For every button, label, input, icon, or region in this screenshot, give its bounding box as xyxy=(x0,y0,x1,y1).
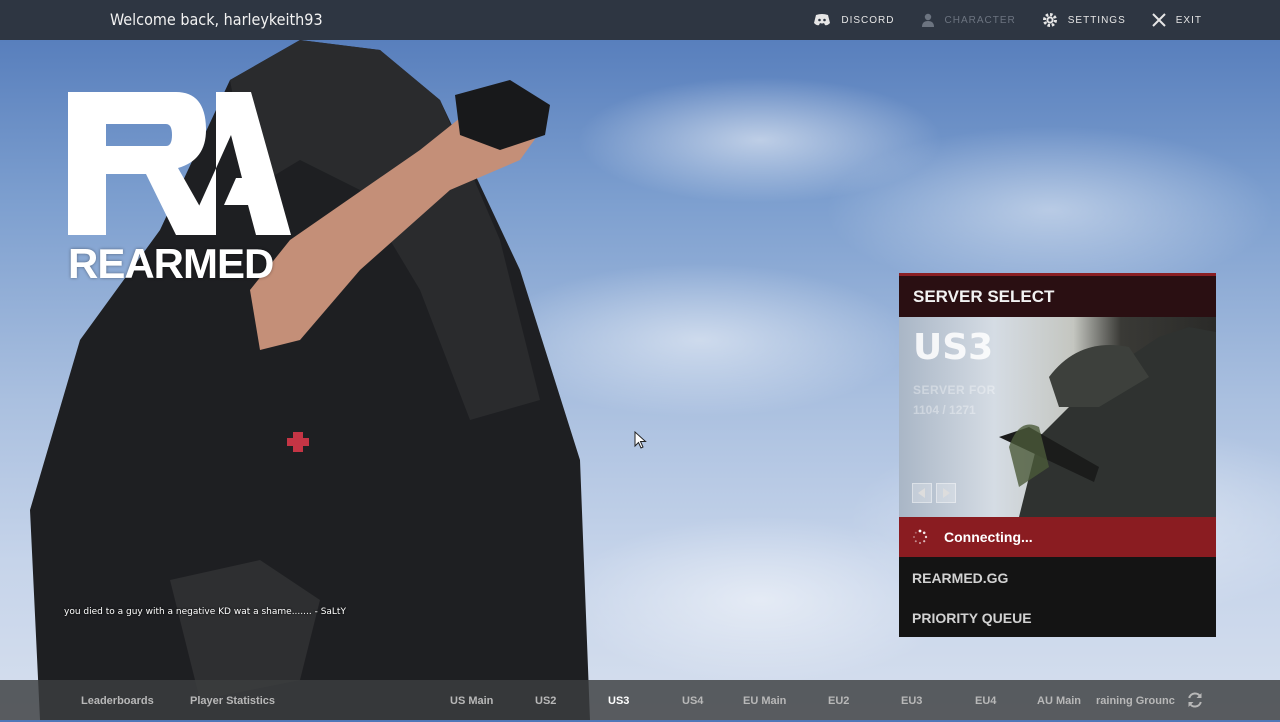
connecting-label: Connecting... xyxy=(944,529,1033,545)
discord-label: DISCORD xyxy=(841,14,895,26)
mouse-cursor-icon xyxy=(634,431,647,449)
chevron-right-icon xyxy=(943,488,950,498)
server-select-panel: SERVER SELECT US3 SERVER FOR 1104 / 1271 xyxy=(899,273,1216,637)
server-tab-us4[interactable]: US4 xyxy=(682,680,703,720)
server-tab-eu-main[interactable]: EU Main xyxy=(743,680,786,720)
previous-server-button[interactable] xyxy=(912,483,932,503)
server-tab-us3[interactable]: US3 xyxy=(608,680,629,720)
top-bar: Welcome back, harleykeith93 DISCORD CHAR… xyxy=(0,0,1280,40)
character-label: CHARACTER xyxy=(944,14,1016,26)
character-button[interactable]: CHARACTER xyxy=(921,13,1016,27)
server-status: SERVER FOR xyxy=(913,383,996,397)
discord-button[interactable]: DISCORD xyxy=(813,13,894,27)
player-statistics-link[interactable]: Player Statistics xyxy=(190,680,275,720)
welcome-text: Welcome back, harleykeith93 xyxy=(110,10,323,29)
server-carousel-controls xyxy=(912,483,956,503)
server-tab-us-main[interactable]: US Main xyxy=(450,680,493,720)
server-tab-au-main[interactable]: AU Main xyxy=(1037,680,1081,720)
user-icon xyxy=(921,13,934,27)
settings-label: SETTINGS xyxy=(1067,14,1126,26)
exit-button[interactable]: EXIT xyxy=(1152,13,1202,27)
server-name: US3 xyxy=(913,327,994,368)
rearmed-website-link[interactable]: REARMED.GG xyxy=(912,570,1008,586)
settings-button[interactable]: SETTINGS xyxy=(1042,12,1126,28)
spinner-icon xyxy=(913,529,928,544)
server-tab-eu4[interactable]: EU4 xyxy=(975,680,996,720)
priority-queue-link[interactable]: PRIORITY QUEUE xyxy=(912,610,1032,626)
next-server-button[interactable] xyxy=(936,483,956,503)
refresh-icon[interactable] xyxy=(1186,691,1204,709)
gear-icon xyxy=(1042,13,1057,27)
server-preview: US3 SERVER FOR 1104 / 1271 xyxy=(899,317,1216,517)
close-icon xyxy=(1152,13,1166,27)
logo-wordmark: REARMED xyxy=(68,240,274,287)
server-tab-eu3[interactable]: EU3 xyxy=(901,680,922,720)
server-tab-us2[interactable]: US2 xyxy=(535,680,556,720)
panel-title: SERVER SELECT xyxy=(899,276,1216,317)
connect-button[interactable]: Connecting... xyxy=(899,517,1216,557)
top-nav: DISCORD CHARACTER SETTINGS EXIT xyxy=(813,0,1202,40)
discord-icon xyxy=(814,14,831,26)
server-tab-training-grounds[interactable]: raining Grounc xyxy=(1096,680,1175,720)
chevron-left-icon xyxy=(918,488,925,498)
death-message: you died to a guy with a negative KD wat… xyxy=(64,607,346,617)
server-population: 1104 / 1271 xyxy=(913,403,976,417)
bottom-bar: Leaderboards Player Statistics US Main U… xyxy=(0,680,1280,720)
leaderboards-link[interactable]: Leaderboards xyxy=(81,680,154,720)
exit-label: EXIT xyxy=(1175,14,1202,26)
server-tab-eu2[interactable]: EU2 xyxy=(828,680,849,720)
